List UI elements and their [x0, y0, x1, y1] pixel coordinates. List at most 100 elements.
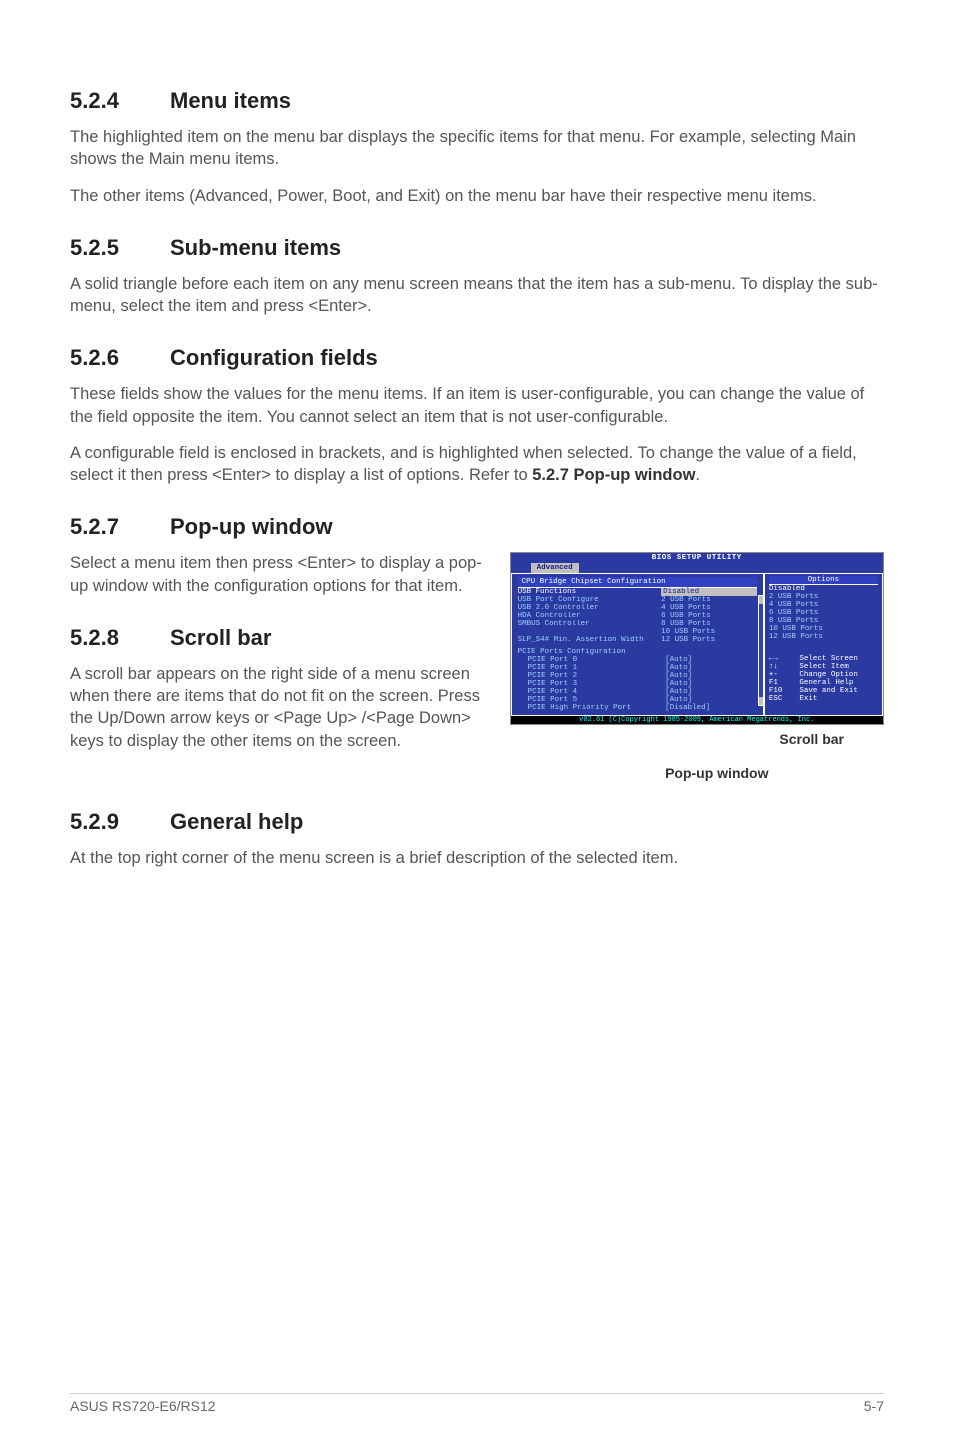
option-item: 6 USB Ports — [769, 609, 878, 617]
options-list: Disabled2 USB Ports4 USB Ports6 USB Port… — [769, 585, 878, 641]
heading-526: 5.2.6Configuration fields — [70, 345, 884, 371]
heading-num: 5.2.8 — [70, 625, 170, 651]
bios-row-label: USB 2.0 Controller — [518, 604, 662, 612]
bios-row: 10 USB Ports — [518, 628, 757, 636]
bios-row-label — [518, 628, 662, 636]
bios-row-label: PCIE Port 1 — [528, 664, 666, 672]
nav-row: ESCExit — [769, 695, 878, 703]
bios-pcie-header: PCIE Ports Configuration — [518, 648, 757, 656]
heading-num: 5.2.6 — [70, 345, 170, 371]
option-item: 4 USB Ports — [769, 601, 878, 609]
option-item: 10 USB Ports — [769, 625, 878, 633]
para: These fields show the values for the men… — [70, 383, 884, 428]
caption-scrollbar: Scroll bar — [510, 731, 884, 747]
bios-row-value: [Auto] — [665, 688, 757, 696]
option-item: 12 USB Ports — [769, 633, 878, 641]
scrollbar-thumb-bottom — [759, 697, 763, 705]
bios-row-value: 10 USB Ports — [661, 628, 757, 636]
bios-row-label: PCIE Port 4 — [528, 688, 666, 696]
bios-pcie-row: PCIE Port 0[Auto] — [518, 656, 757, 664]
option-item: 2 USB Ports — [769, 593, 878, 601]
nav-key: ESC — [769, 695, 800, 703]
heading-title: Configuration fields — [170, 345, 378, 370]
nav-desc: Save and Exit — [799, 687, 878, 695]
bios-pcie-row: PCIE Port 4[Auto] — [518, 688, 757, 696]
para: At the top right corner of the menu scre… — [70, 847, 884, 869]
heading-title: Scroll bar — [170, 625, 271, 650]
bios-row-label: PCIE Port 3 — [528, 680, 666, 688]
bios-pcie-row: PCIE Port 3[Auto] — [518, 680, 757, 688]
para-part: . — [695, 466, 700, 484]
bios-pcie-row: PCIE Port 5[Auto] — [518, 696, 757, 704]
bios-row-label: SMBUS Controller — [518, 620, 662, 628]
footer-left: ASUS RS720-E6/RS12 — [70, 1398, 216, 1414]
bios-row: USB Port Configure2 USB Ports — [518, 596, 757, 604]
two-column: Select a menu item then press <Enter> to… — [70, 552, 884, 781]
nav-row: ↑↓Select Item — [769, 663, 878, 671]
heading-title: Sub-menu items — [170, 235, 341, 260]
bios-row-value: 8 USB Ports — [661, 620, 757, 628]
bios-left-pane: CPU Bridge Chipset Configuration USB Fun… — [511, 573, 764, 716]
bios-row-label: USB Port Configure — [518, 596, 662, 604]
bios-tab-advanced: Advanced — [531, 563, 579, 573]
nav-desc: Select Item — [799, 663, 878, 671]
bios-row-label: PCIE Port 2 — [528, 672, 666, 680]
spacer — [769, 641, 878, 655]
nav-desc: Select Screen — [799, 655, 878, 663]
page-footer: ASUS RS720-E6/RS12 5-7 — [70, 1393, 884, 1414]
heading-525: 5.2.5Sub-menu items — [70, 235, 884, 261]
bios-rows: USB FunctionsDisabledUSB Port Configure2… — [518, 588, 757, 644]
nav-desc: General Help — [799, 679, 878, 687]
bios-row-value: 4 USB Ports — [661, 604, 757, 612]
option-item: Disabled — [769, 585, 878, 593]
bios-tab-row: Advanced — [511, 563, 883, 573]
bios-row: SLP_S4# Min. Assertion Width12 USB Ports — [518, 636, 757, 644]
heading-527: 5.2.7Pop-up window — [70, 514, 884, 540]
bios-pcie-row: PCIE Port 2[Auto] — [518, 672, 757, 680]
heading-title: General help — [170, 809, 303, 834]
bios-right-pane: Options Disabled2 USB Ports4 USB Ports6 … — [764, 573, 883, 716]
heading-529: 5.2.9General help — [70, 809, 884, 835]
bios-title: BIOS SETUP UTILITY — [511, 553, 883, 563]
options-title: Options — [769, 576, 878, 585]
right-column: BIOS SETUP UTILITY Advanced CPU Bridge C… — [510, 552, 884, 781]
nav-key: ←→ — [769, 655, 800, 663]
bios-row-value: 2 USB Ports — [661, 596, 757, 604]
bios-row-label: SLP_S4# Min. Assertion Width — [518, 636, 662, 644]
option-item: 8 USB Ports — [769, 617, 878, 625]
bios-row: USB FunctionsDisabled — [518, 588, 757, 596]
bios-main: CPU Bridge Chipset Configuration USB Fun… — [511, 573, 883, 716]
bios-pcie-row: PCIE High Priority Port[Disabled] — [518, 704, 757, 712]
bios-row: SMBUS Controller8 USB Ports — [518, 620, 757, 628]
bios-row-value: Disabled — [661, 588, 757, 596]
scrollbar-track — [758, 595, 764, 706]
bios-pcie-row: PCIE Port 1[Auto] — [518, 664, 757, 672]
heading-num: 5.2.4 — [70, 88, 170, 114]
heading-title: Menu items — [170, 88, 291, 113]
nav-desc: Exit — [799, 695, 878, 703]
bios-row-value: [Auto] — [665, 696, 757, 704]
nav-key: +- — [769, 671, 800, 679]
bios-row: USB 2.0 Controller4 USB Ports — [518, 604, 757, 612]
heading-524: 5.2.4Menu items — [70, 88, 884, 114]
nav-row: ←→Select Screen — [769, 655, 878, 663]
scrollbar-thumb-top — [759, 596, 763, 604]
bios-row: HDA Controller6 USB Ports — [518, 612, 757, 620]
heading-num: 5.2.7 — [70, 514, 170, 540]
bios-screenshot: BIOS SETUP UTILITY Advanced CPU Bridge C… — [510, 552, 884, 781]
bios-row-label: USB Functions — [518, 588, 662, 596]
bios-row-value: 12 USB Ports — [661, 636, 757, 644]
bios-row-value: [Disabled] — [665, 704, 757, 712]
para: The highlighted item on the menu bar dis… — [70, 126, 884, 171]
bios-row-value: [Auto] — [665, 680, 757, 688]
heading-num: 5.2.9 — [70, 809, 170, 835]
heading-528: 5.2.8Scroll bar — [70, 625, 490, 651]
bios-row-value: [Auto] — [665, 656, 757, 664]
nav-key: F10 — [769, 687, 800, 695]
nav-key: ↑↓ — [769, 663, 800, 671]
para: A scroll bar appears on the right side o… — [70, 663, 490, 752]
para: Select a menu item then press <Enter> to… — [70, 552, 490, 597]
bios-row-value: [Auto] — [665, 664, 757, 672]
bios-row-label: PCIE High Priority Port — [528, 704, 666, 712]
bios-section-header: CPU Bridge Chipset Configuration — [518, 577, 757, 588]
